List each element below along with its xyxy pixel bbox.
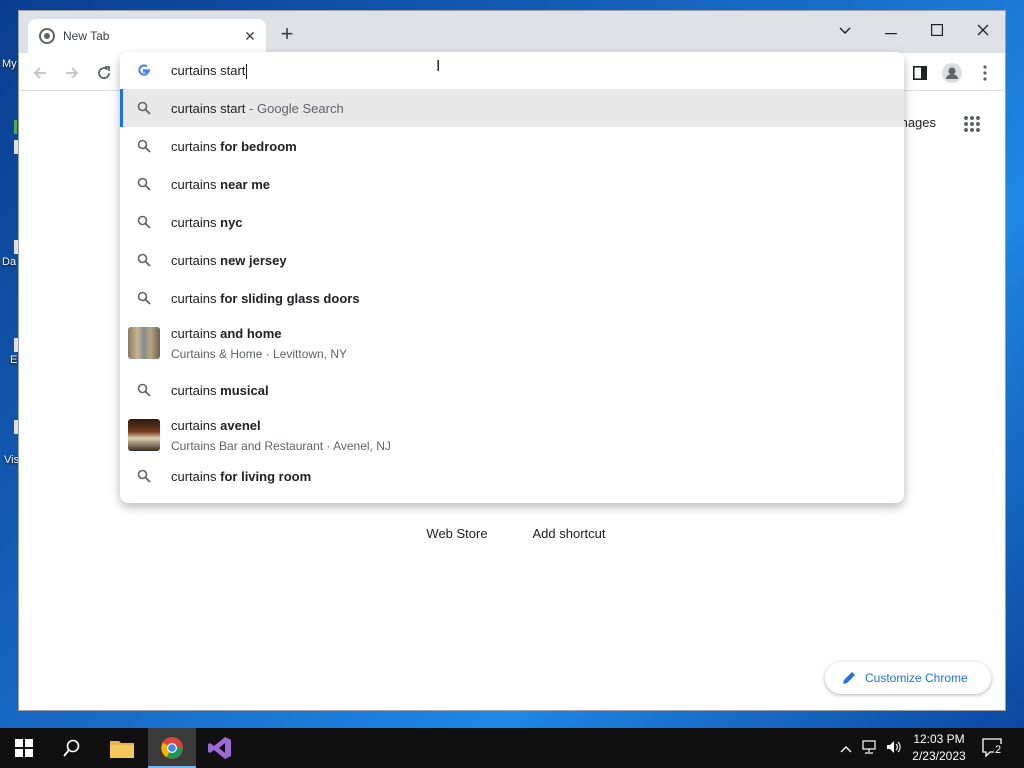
suggestion-row[interactable]: curtains musical [120, 371, 904, 409]
suggestion-row[interactable]: curtains new jersey [120, 241, 904, 279]
chrome-taskbar-icon[interactable] [148, 728, 196, 768]
maximize-button[interactable] [917, 17, 957, 43]
omnibox-dropdown: curtains start I curtains start - Google… [120, 52, 904, 503]
search-icon [137, 101, 151, 115]
suggestion-row-place[interactable]: curtains avenel Curtains Bar and Restaur… [120, 409, 904, 463]
action-center-icon[interactable]: 2 [982, 738, 1004, 758]
omnibox[interactable]: curtains start I [120, 52, 904, 89]
google-apps-icon[interactable] [963, 115, 981, 133]
omnibox-input[interactable]: curtains start [171, 63, 248, 80]
taskbar: 12:03 PM 2/23/2023 2 [0, 728, 1024, 768]
volume-icon[interactable] [886, 740, 902, 757]
clock[interactable]: 12:03 PM 2/23/2023 [906, 731, 972, 765]
suggestion-text: curtains for living room [171, 469, 312, 484]
search-icon [137, 253, 151, 267]
tab-search-icon[interactable] [825, 17, 865, 43]
suggestion-subtitle: Curtains Bar and Restaurant · Avenel, NJ [171, 439, 391, 453]
pencil-icon [843, 672, 855, 684]
desktop-icon-label[interactable]: Da [2, 256, 16, 268]
suggestion-subtitle: Curtains & Home · Levittown, NY [171, 347, 348, 361]
suggestion-row[interactable]: curtains nyc [120, 203, 904, 241]
suggestion-row[interactable]: curtains start - Google Search [120, 89, 904, 127]
customize-chrome-label: Customize Chrome [865, 671, 968, 685]
suggestion-text: curtains for sliding glass doors [171, 291, 360, 306]
tab-close-icon[interactable]: ✕ [242, 28, 258, 44]
suggestion-row[interactable]: curtains for bedroom [120, 127, 904, 165]
place-thumbnail [128, 419, 160, 451]
suggestion-row[interactable]: curtains for sliding glass doors [120, 279, 904, 317]
more-menu-icon[interactable] [974, 62, 996, 84]
search-icon [137, 215, 151, 229]
visual-studio-icon[interactable] [196, 728, 244, 768]
clock-date: 2/23/2023 [912, 749, 966, 763]
file-explorer-icon[interactable] [98, 728, 146, 768]
suggestion-text: curtains musical [171, 383, 269, 398]
suggestion-text: curtains start - Google Search [171, 101, 344, 116]
side-panel-icon[interactable] [909, 62, 931, 84]
search-icon [137, 139, 151, 153]
show-hidden-icons-icon[interactable] [840, 740, 852, 756]
suggestion-row-place[interactable]: curtains and home Curtains & Home · Levi… [120, 317, 904, 371]
search-taskbar-button[interactable] [48, 728, 96, 768]
shortcut-label: Web Store [426, 526, 488, 541]
desktop-icon-label[interactable]: My [2, 58, 17, 70]
desktop-icon-label[interactable]: E [10, 354, 17, 366]
tab-new-tab[interactable]: New Tab ✕ [28, 19, 266, 53]
text-cursor-icon: I [436, 58, 441, 75]
suggestion-row[interactable]: curtains near me [120, 165, 904, 203]
search-icon [137, 291, 151, 305]
start-button[interactable] [0, 728, 48, 768]
place-thumbnail [128, 327, 160, 359]
close-window-button[interactable] [963, 17, 1003, 43]
customize-chrome-button[interactable]: Customize Chrome [825, 662, 991, 694]
chrome-favicon-icon [39, 28, 55, 44]
suggestion-text: curtains near me [171, 177, 271, 192]
suggestion-text: curtains and home [171, 326, 282, 341]
search-icon [137, 383, 151, 397]
suggestion-text: curtains for bedroom [171, 139, 297, 154]
tab-title: New Tab [63, 29, 110, 43]
minimize-button[interactable] [871, 17, 911, 43]
notification-count: 2 [994, 744, 1003, 756]
desktop-icon[interactable] [14, 120, 17, 134]
google-g-icon [138, 64, 150, 76]
profile-avatar-icon[interactable] [941, 62, 963, 84]
search-icon [137, 177, 151, 191]
back-button[interactable] [29, 62, 51, 84]
suggestion-text: curtains nyc [171, 215, 243, 230]
shortcut-label: Add shortcut [532, 526, 606, 541]
desktop-icon-label[interactable]: Vis [4, 454, 19, 466]
forward-button[interactable] [61, 62, 83, 84]
search-icon [137, 469, 151, 483]
new-tab-button[interactable]: + [277, 23, 297, 45]
suggestion-row[interactable]: curtains for living room [120, 457, 904, 495]
clock-time: 12:03 PM [913, 732, 965, 746]
network-icon[interactable] [862, 740, 880, 757]
suggestion-text: curtains new jersey [171, 253, 287, 268]
tab-strip: New Tab ✕ + [19, 11, 1005, 53]
reload-button[interactable] [93, 62, 115, 84]
suggestion-text: curtains avenel [171, 418, 261, 433]
